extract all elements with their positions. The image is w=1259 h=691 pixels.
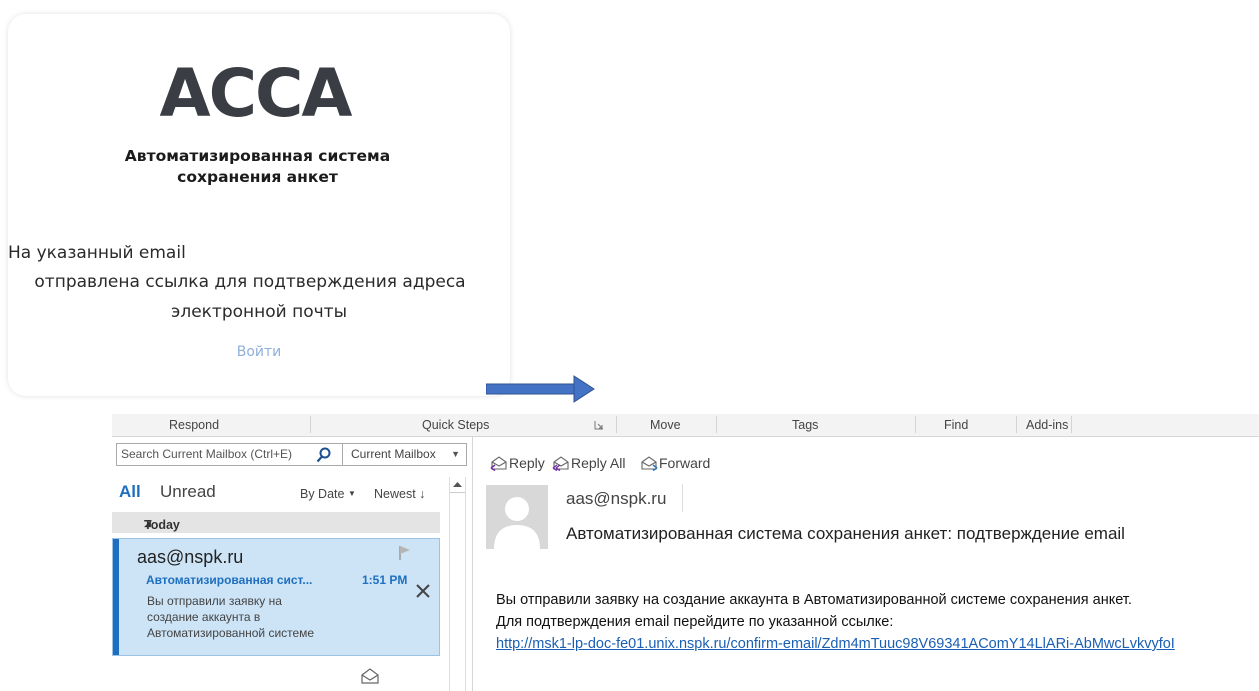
mail-item-time: 1:51 PM [362, 573, 408, 587]
reply-all-icon [552, 456, 569, 472]
reply-icon [490, 456, 507, 472]
search-scope-dropdown[interactable]: Current Mailbox ▼ [342, 443, 467, 466]
ribbon-separator [716, 416, 717, 433]
chevron-down-icon: ▼ [451, 449, 460, 459]
from-separator [682, 484, 683, 512]
mail-item-sender: aas@nspk.ru [137, 547, 244, 567]
ribbon-group-tags: Tags [792, 418, 819, 432]
logo-subtitle-line1: Автоматизированная система [124, 147, 391, 165]
sort-order-toggle[interactable]: Newest ↓ [374, 487, 425, 501]
reply-all-button[interactable]: Reply All [552, 455, 626, 472]
chevron-down-icon: ▼ [347, 489, 356, 498]
pane-divider [472, 437, 473, 691]
ribbon-separator [310, 416, 311, 433]
mail-list-item[interactable]: aas@nspk.ru Автоматизированная сист... 1… [112, 538, 440, 656]
filter-unread-tab[interactable]: Unread [160, 482, 216, 502]
ribbon-separator [1071, 416, 1072, 433]
delete-icon[interactable] [415, 583, 431, 604]
selection-bar [113, 539, 119, 655]
group-header-today[interactable]: ◢ Today [112, 512, 440, 533]
ribbon-separator [915, 416, 916, 433]
scroll-up-icon[interactable] [450, 477, 465, 493]
sort-by-dropdown[interactable]: By Date ▼ [300, 487, 356, 501]
avatar [486, 485, 548, 549]
ribbon-group-find: Find [944, 418, 969, 432]
mail-list-scrollbar[interactable] [449, 477, 466, 691]
svg-text:АССА: АССА [159, 60, 352, 126]
search-icon[interactable] [316, 447, 332, 468]
email-body-line-2: Для подтверждения email перейдите по ука… [496, 614, 894, 630]
ribbon-separator [1016, 416, 1017, 433]
message-line-1: На указанный email [8, 243, 186, 263]
ribbon-separator [616, 416, 617, 433]
logo-subtitle-line2: сохранения анкет [177, 168, 338, 186]
confirm-email-link[interactable]: http://msk1-lp-doc-fe01.unix.nspk.ru/con… [496, 633, 1175, 655]
open-envelope-icon[interactable] [360, 667, 380, 690]
group-header-label: Today [144, 518, 180, 532]
ribbon-group-move: Move [650, 418, 681, 432]
logo-subtitle: Автоматизированная система сохранения ан… [0, 146, 515, 188]
forward-label: Forward [659, 455, 711, 471]
flag-icon[interactable] [399, 545, 411, 566]
ribbon-group-add-ins: Add-ins [1026, 418, 1069, 432]
login-link[interactable]: Войти [0, 344, 518, 360]
message-line-3: электронной почты [171, 302, 347, 322]
email-body-line-1: Вы отправили заявку на создание аккаунта… [496, 592, 1132, 608]
preview-line-2: создание аккаунта в [147, 610, 261, 624]
preview-line-1: Вы отправили заявку на [147, 594, 282, 608]
forward-icon [641, 456, 658, 472]
message-line-2: отправлена ссылка для подтверждения адре… [34, 272, 466, 292]
email-from: aas@nspk.ru [566, 489, 667, 508]
ribbon-group-bar: Respond Quick Steps Move Tags Find Add-i… [112, 414, 1259, 437]
reply-button[interactable]: Reply [490, 455, 545, 472]
email-subject: Автоматизированная система сохранения ан… [566, 524, 1125, 543]
arrow-right-icon [485, 374, 596, 409]
forward-button[interactable]: Forward [640, 455, 711, 472]
search-placeholder: Search Current Mailbox (Ctrl+E) [121, 447, 293, 461]
asca-logo: АССА [0, 60, 510, 131]
search-input[interactable]: Search Current Mailbox (Ctrl+E) [116, 443, 343, 466]
filter-all-tab[interactable]: All [119, 482, 141, 502]
sort-order-label: Newest [374, 487, 416, 501]
preview-line-3: Автоматизированной системе [147, 626, 315, 640]
email-body: Вы отправили заявку на создание аккаунта… [496, 589, 1175, 655]
mail-item-subject: Автоматизированная сист... [146, 573, 313, 587]
dialog-launcher-icon[interactable] [594, 419, 604, 433]
arrow-down-icon: ↓ [419, 487, 426, 501]
mail-item-preview: Вы отправили заявку на создание аккаунта… [147, 593, 337, 641]
search-scope-label: Current Mailbox [351, 447, 436, 461]
reply-all-label: Reply All [571, 455, 626, 471]
reply-label: Reply [509, 455, 545, 471]
ribbon-group-quick-steps: Quick Steps [422, 418, 490, 432]
sort-by-label: By Date [300, 487, 345, 501]
ribbon-group-respond: Respond [169, 418, 220, 432]
